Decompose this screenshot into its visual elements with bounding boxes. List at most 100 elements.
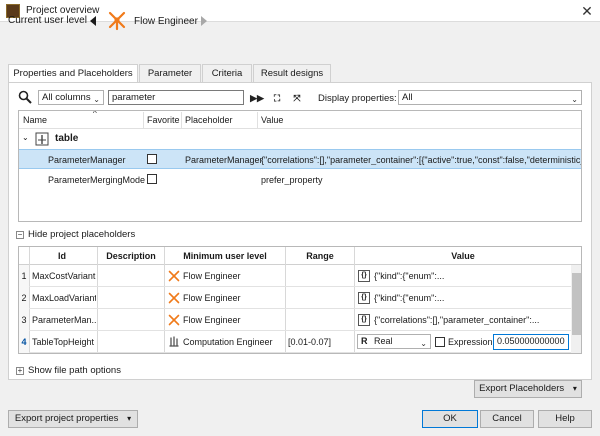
tree-group-table[interactable]: ⌄ table — [19, 129, 581, 149]
column-header-description[interactable]: Description — [99, 251, 163, 261]
placeholder-level: Flow Engineer — [183, 315, 241, 325]
tab-properties-and-placeholders[interactable]: Properties and Placeholders — [8, 64, 138, 83]
display-properties-value: All — [402, 92, 413, 103]
export-project-properties-label: Export project properties — [14, 413, 119, 424]
table-row[interactable]: 2 MaxLoadVariant Flow Engineer {} {"kind… — [19, 287, 571, 309]
placeholder-id: TableTopHeight — [32, 337, 95, 347]
value-type-select[interactable]: R Real ⌄ — [357, 334, 431, 349]
chevron-down-icon: ⌄ — [420, 339, 427, 348]
json-value-icon: {} — [358, 292, 370, 304]
value-type-value: Real — [374, 336, 393, 346]
tree-row-value: {"correlations":[],"parameter_container"… — [261, 155, 582, 165]
flow-engineer-icon — [168, 270, 180, 282]
computation-engineer-icon — [169, 336, 179, 347]
favorite-checkbox[interactable] — [147, 154, 157, 164]
tree-header: Name ^ Favorite Placeholder Value — [19, 110, 581, 129]
tree-group-label: table — [55, 133, 79, 144]
column-divider — [257, 112, 258, 128]
column-header-id[interactable]: Id — [29, 251, 95, 261]
expand-all-icon[interactable]: ⛶ — [270, 91, 284, 105]
property-tree: Name ^ Favorite Placeholder Value ⌄ tabl… — [18, 110, 582, 222]
placeholder-value: {"kind":{"enum":... — [374, 271, 445, 281]
chevron-down-icon[interactable]: ⌄ — [22, 133, 29, 142]
scrollbar[interactable] — [571, 265, 581, 353]
placeholder-range: [0.01-0.07] — [288, 337, 332, 347]
tree-row-name: ParameterManager — [48, 155, 126, 165]
help-button[interactable]: Help — [538, 410, 592, 428]
tab-parameter[interactable]: Parameter — [139, 64, 201, 82]
expression-checkbox[interactable] — [435, 337, 445, 347]
column-header-name[interactable]: Name — [23, 115, 47, 125]
placeholder-id: MaxLoadVariant — [32, 293, 96, 303]
close-icon[interactable]: ✕ — [578, 2, 596, 20]
tree-row[interactable]: ParameterMergingMode prefer_property — [19, 170, 581, 190]
display-properties-select[interactable]: All ⌄ — [398, 90, 582, 105]
flow-engineer-icon — [168, 314, 180, 326]
export-placeholders-label: Export Placeholders — [479, 383, 565, 394]
row-number: 1 — [19, 265, 29, 287]
find-next-icon[interactable]: ▶▶ — [250, 91, 264, 105]
column-divider — [181, 112, 182, 128]
ok-button[interactable]: OK — [422, 410, 478, 428]
collapse-icon[interactable]: − — [16, 231, 24, 239]
next-level-icon[interactable] — [201, 16, 207, 26]
json-value-icon: {} — [358, 270, 370, 282]
display-properties-label: Display properties: — [318, 93, 397, 104]
row-number: 2 — [19, 287, 29, 309]
show-file-path-toggle[interactable]: Show file path options — [28, 365, 121, 376]
placeholder-level: Flow Engineer — [183, 293, 241, 303]
tree-row-placeholder: ParameterManager — [185, 155, 263, 165]
previous-level-icon[interactable] — [90, 16, 96, 26]
sort-up-icon: ^ — [93, 110, 97, 118]
dropdown-arrow-icon[interactable]: ▾ — [127, 414, 131, 423]
search-icon — [18, 90, 32, 104]
flow-engineer-icon — [168, 292, 180, 304]
placeholders-table: Id Description Minimum user level Range … — [18, 246, 582, 354]
dropdown-arrow-icon[interactable]: ▾ — [573, 384, 577, 393]
current-user-level-label: Current user level — [8, 15, 87, 26]
expand-icon[interactable]: + — [16, 367, 24, 375]
column-header-placeholder[interactable]: Placeholder — [185, 115, 233, 125]
tree-row-value: prefer_property — [261, 175, 323, 185]
column-header-minimum-user-level[interactable]: Minimum user level — [165, 251, 285, 261]
column-header-value[interactable]: Value — [355, 251, 571, 261]
placeholder-level: Computation Engineer — [183, 337, 273, 347]
tree-row-name: ParameterMergingMode — [48, 175, 146, 185]
column-header-range[interactable]: Range — [285, 251, 355, 261]
column-header-favorite[interactable]: Favorite — [147, 115, 180, 125]
current-user-level-name: Flow Engineer — [134, 16, 198, 27]
placeholder-id: ParameterMan... — [32, 315, 96, 325]
chevron-down-icon: ⌄ — [571, 95, 578, 104]
hide-placeholders-toggle[interactable]: Hide project placeholders — [28, 229, 135, 240]
real-type-icon: R — [361, 336, 368, 346]
json-value-icon: {} — [358, 314, 370, 326]
collapse-all-icon[interactable]: ⤧ — [290, 91, 304, 105]
export-placeholders-button[interactable]: Export Placeholders ▾ — [474, 380, 582, 398]
expression-label: Expression — [448, 337, 493, 347]
cancel-button[interactable]: Cancel — [480, 410, 534, 428]
export-project-properties-button[interactable]: Export project properties ▾ — [8, 410, 138, 428]
tree-row[interactable]: ParameterManager ParameterManager {"corr… — [19, 149, 582, 169]
tab-criteria[interactable]: Criteria — [202, 64, 252, 82]
tab-result-designs[interactable]: Result designs — [253, 64, 331, 82]
placeholder-value: {"kind":{"enum":... — [374, 293, 445, 303]
placeholders-header: Id Description Minimum user level Range … — [19, 247, 581, 265]
placeholder-level: Flow Engineer — [183, 271, 241, 281]
favorite-checkbox[interactable] — [147, 174, 157, 184]
row-number: 4 — [19, 331, 29, 353]
search-scope-value: All columns — [42, 92, 91, 103]
column-divider — [143, 112, 144, 128]
placeholder-id: MaxCostVariant — [32, 271, 96, 281]
table-row[interactable]: 3 ParameterMan... Flow Engineer {} {"cor… — [19, 309, 571, 331]
search-scope-select[interactable]: All columns ⌄ — [38, 90, 104, 105]
row-number: 3 — [19, 309, 29, 331]
column-header-value[interactable]: Value — [261, 115, 283, 125]
table-row[interactable]: 4 TableTopHeight Computation Engineer [0… — [19, 331, 571, 353]
table-icon — [35, 132, 49, 146]
placeholder-value: {"correlations":[],"parameter_container"… — [374, 315, 540, 325]
scrollbar-thumb[interactable] — [572, 273, 581, 335]
number-spinbox[interactable]: 0.050000000000 — [493, 334, 569, 350]
flow-engineer-icon — [108, 11, 126, 31]
search-input[interactable]: parameter — [108, 90, 244, 105]
table-row[interactable]: 1 MaxCostVariant Flow Engineer {} {"kind… — [19, 265, 571, 287]
